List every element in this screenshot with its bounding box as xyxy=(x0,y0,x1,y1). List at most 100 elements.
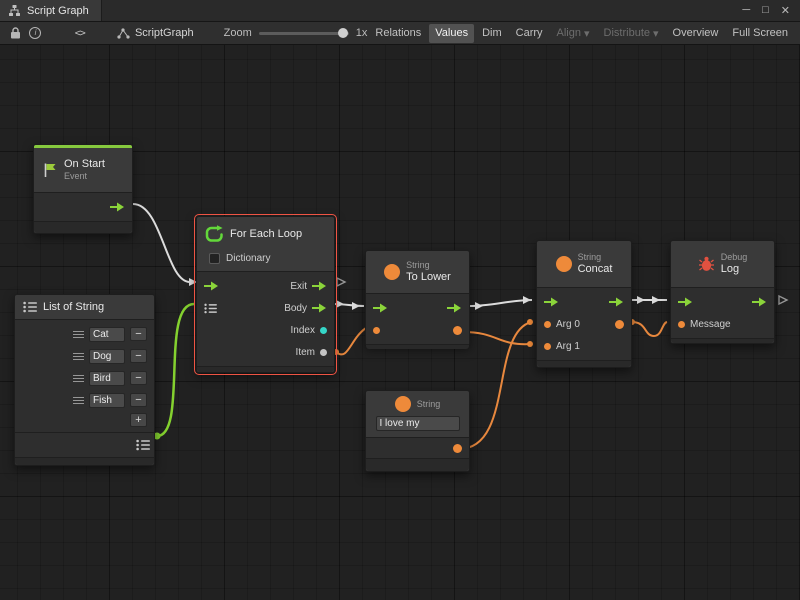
wire-concat-message[interactable] xyxy=(632,322,667,336)
arg1-in-port[interactable] xyxy=(544,343,551,350)
string-in-port[interactable] xyxy=(373,327,380,334)
flow-out-port[interactable] xyxy=(110,202,125,212)
flow-in-port[interactable] xyxy=(678,297,693,307)
minimize-icon[interactable]: ─ xyxy=(742,4,750,17)
zoom-slider-thumb[interactable] xyxy=(338,28,348,38)
zoom-slider[interactable] xyxy=(259,32,349,35)
node-string-literal[interactable]: String xyxy=(365,390,470,472)
wire-arrowhead xyxy=(523,296,531,304)
node-concat[interactable]: String Concat Arg 0 xyxy=(536,240,632,368)
string-out-port[interactable] xyxy=(615,320,624,329)
list-item-field[interactable] xyxy=(89,371,125,386)
wire-tolower-arg1[interactable] xyxy=(463,332,531,344)
list-in-port[interactable] xyxy=(204,303,217,314)
graph-canvas[interactable]: On Start Event List of String xyxy=(0,45,800,600)
window-controls: ─ □ ✕ xyxy=(742,4,800,17)
string-out-port[interactable] xyxy=(453,444,462,453)
node-list-of-string[interactable]: List of String − − − − xyxy=(14,294,155,466)
add-item-row: + xyxy=(15,411,154,429)
node-title: Concat xyxy=(578,263,613,276)
index-out-port[interactable] xyxy=(320,327,327,334)
node-footer xyxy=(366,344,469,349)
wire-list-foreach[interactable] xyxy=(157,304,194,436)
chevron-down-icon: ▾ xyxy=(584,27,590,40)
item-out-port[interactable] xyxy=(320,349,327,356)
values-button[interactable]: Values xyxy=(429,24,474,43)
relations-button[interactable]: Relations xyxy=(369,24,427,43)
graph-icon xyxy=(8,5,21,16)
dim-button[interactable]: Dim xyxy=(476,24,508,43)
drag-handle-icon[interactable] xyxy=(73,331,84,338)
flow-in-port[interactable] xyxy=(544,297,559,307)
unconnected-exit-triangle[interactable] xyxy=(337,278,345,286)
list-item-field[interactable] xyxy=(89,349,125,364)
wire-item-tolower[interactable] xyxy=(336,328,366,354)
info-icon[interactable]: i xyxy=(26,24,44,43)
unconnected-exit-triangle[interactable] xyxy=(779,296,787,304)
port-row-arg0: Arg 0 xyxy=(537,313,631,335)
arg1-in-port-dot[interactable] xyxy=(527,341,533,347)
list-item-field[interactable] xyxy=(89,327,125,342)
wire-arrowhead xyxy=(475,302,483,310)
flow-in-port[interactable] xyxy=(373,303,388,313)
fullscreen-button[interactable]: Full Screen xyxy=(726,24,794,43)
drag-handle-icon[interactable] xyxy=(73,353,84,360)
align-label: Align xyxy=(557,27,581,39)
title-bar: Script Graph ─ □ ✕ xyxy=(0,0,800,22)
list-out-port[interactable] xyxy=(136,439,150,451)
wire-onstart-foreach[interactable] xyxy=(133,204,190,282)
list-item-field[interactable] xyxy=(89,393,125,408)
dictionary-checkbox[interactable] xyxy=(209,253,220,264)
carry-button[interactable]: Carry xyxy=(510,24,549,43)
string-out-port[interactable] xyxy=(453,326,462,335)
chevron-down-icon: ▾ xyxy=(653,27,659,40)
node-for-each-loop[interactable]: For Each Loop Dictionary Exit xyxy=(196,216,335,373)
arg0-in-port-dot[interactable] xyxy=(527,319,533,325)
flow-out-port[interactable] xyxy=(752,297,767,307)
message-in-port[interactable] xyxy=(678,321,685,328)
node-footer xyxy=(34,221,132,233)
arg0-in-port[interactable] xyxy=(544,321,551,328)
flow-out-port[interactable] xyxy=(609,297,624,307)
node-log[interactable]: Debug Log Message xyxy=(670,240,775,344)
align-button[interactable]: Align ▾ xyxy=(551,24,596,43)
drag-handle-icon[interactable] xyxy=(73,375,84,382)
wire-tolower-concat[interactable] xyxy=(469,300,532,306)
wire-arrowhead xyxy=(637,296,645,304)
lock-icon[interactable] xyxy=(6,24,24,43)
string-type-icon xyxy=(395,396,411,412)
add-item-button[interactable]: + xyxy=(130,413,147,427)
wire-body-tolower[interactable] xyxy=(334,304,364,306)
flow-in-port[interactable] xyxy=(204,281,219,291)
port-label-index: Index xyxy=(291,325,315,336)
node-title: For Each Loop xyxy=(230,228,302,240)
drag-handle-icon[interactable] xyxy=(73,397,84,404)
list-item-row: − xyxy=(15,345,154,367)
node-title: To Lower xyxy=(406,271,451,284)
port-label-message: Message xyxy=(690,319,731,330)
maximize-icon[interactable]: □ xyxy=(762,4,769,17)
exit-flow-out-port[interactable] xyxy=(312,281,327,291)
loop-icon xyxy=(205,225,224,243)
window-title: Script Graph xyxy=(27,5,89,17)
script-graph-icon xyxy=(117,28,130,39)
remove-item-button[interactable]: − xyxy=(130,371,147,385)
flow-port-row xyxy=(671,291,774,313)
distribute-button[interactable]: Distribute ▾ xyxy=(598,24,665,43)
node-on-start[interactable]: On Start Event xyxy=(33,144,133,234)
flow-out-port[interactable] xyxy=(447,303,462,313)
breadcrumb[interactable]: ScriptGraph xyxy=(117,27,194,39)
body-flow-out-port[interactable] xyxy=(312,303,327,313)
string-type-icon xyxy=(556,256,572,272)
zoom-value: 1x xyxy=(356,27,368,39)
string-value-field[interactable] xyxy=(376,416,460,431)
code-icon[interactable]: <> xyxy=(71,24,89,43)
node-to-lower[interactable]: String To Lower xyxy=(365,250,470,346)
remove-item-button[interactable]: − xyxy=(130,349,147,363)
tab-script-graph[interactable]: Script Graph xyxy=(0,0,102,21)
remove-item-button[interactable]: − xyxy=(130,327,147,341)
overview-button[interactable]: Overview xyxy=(667,24,725,43)
close-icon[interactable]: ✕ xyxy=(781,4,790,17)
remove-item-button[interactable]: − xyxy=(130,393,147,407)
toolbar-buttons: Relations Values Dim Carry Align ▾ Distr… xyxy=(369,24,794,43)
